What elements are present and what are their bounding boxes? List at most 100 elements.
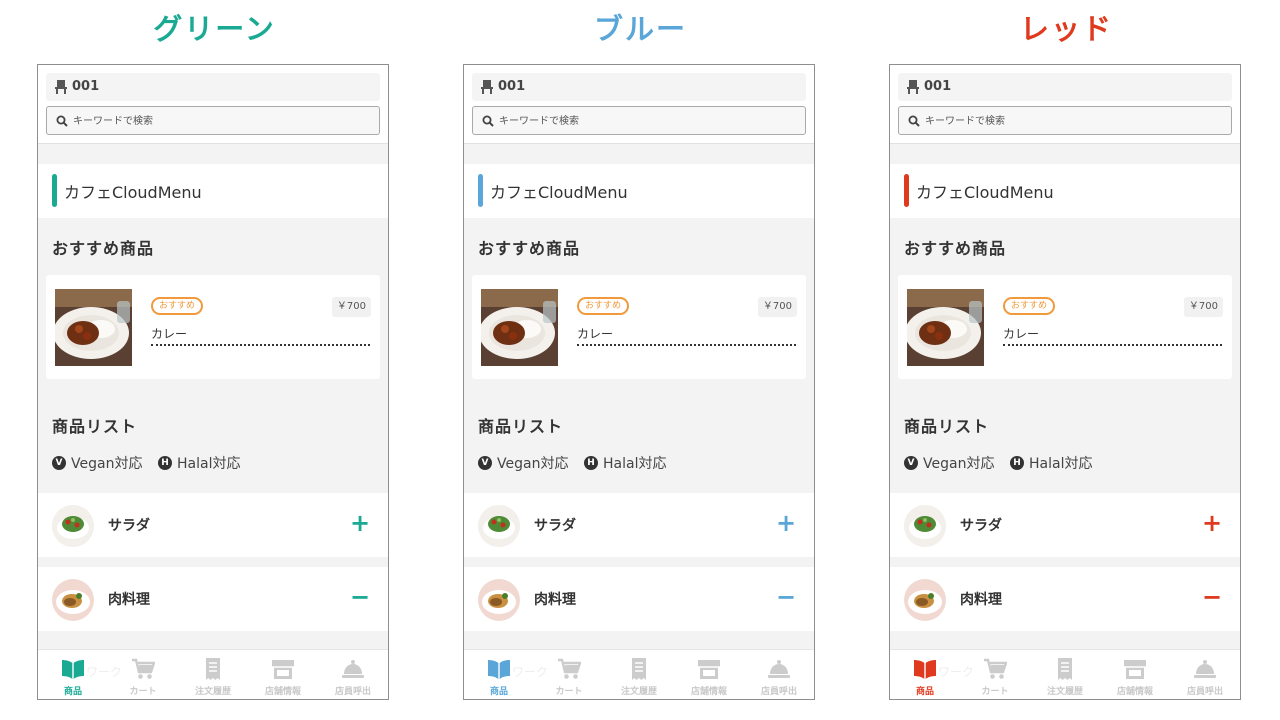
product-list-heading: 商品リスト [52, 417, 138, 436]
category-row-meat[interactable]: 肉料理 − [890, 567, 1240, 631]
meat-thumbnail [904, 579, 946, 621]
vegan-legend: V Vegan対応 [52, 453, 142, 473]
expand-plus-icon[interactable]: + [774, 511, 798, 535]
chair-icon [55, 80, 67, 94]
nav-label: 店舗情報 [264, 687, 301, 697]
expand-plus-icon[interactable]: + [1200, 511, 1224, 535]
dotted-divider [1003, 344, 1222, 346]
nav-call-staff[interactable]: 店員呼出 [1170, 650, 1240, 699]
category-label: 肉料理 [534, 592, 576, 608]
nav-order-history[interactable]: 注文履歴 [178, 650, 248, 699]
search-icon [482, 115, 494, 127]
nav-label: 注文履歴 [194, 687, 231, 697]
search-input[interactable] [925, 111, 1215, 131]
nav-cart[interactable]: カート [960, 650, 1030, 699]
table-number: 001 [498, 79, 526, 94]
halal-legend: H Halal対応 [1010, 453, 1092, 473]
collapse-minus-icon[interactable]: − [348, 585, 372, 609]
dotted-divider [151, 344, 370, 346]
nav-label: 商品 [489, 687, 508, 697]
vegan-icon: V [478, 456, 492, 470]
bottom-navigation: ワーク 商品 カート 注文履歴 店舗情報 店員呼出 [890, 649, 1240, 699]
search-input[interactable] [73, 111, 363, 131]
collapse-minus-icon[interactable]: − [774, 585, 798, 609]
store-icon [698, 660, 720, 679]
nav-cart[interactable]: カート [534, 650, 604, 699]
salad-thumbnail [478, 505, 520, 547]
vegan-legend: V Vegan対応 [478, 453, 568, 473]
nav-cart[interactable]: カート [108, 650, 178, 699]
nav-order-history[interactable]: 注文履歴 [1030, 650, 1100, 699]
store-icon [1124, 660, 1146, 679]
nav-label: カート [555, 687, 583, 697]
curry-photo [907, 289, 984, 366]
nav-store-info[interactable]: 店舗情報 [248, 650, 318, 699]
app-header: 001 [38, 65, 388, 144]
cart-icon [132, 658, 155, 679]
nav-store-info[interactable]: 店舗情報 [674, 650, 744, 699]
salad-thumbnail [904, 505, 946, 547]
accent-bar [52, 174, 57, 207]
category-label: サラダ [534, 518, 576, 534]
shop-name: カフェCloudMenu [490, 183, 628, 202]
bell-icon [1194, 660, 1216, 678]
recommended-heading: おすすめ商品 [478, 239, 581, 258]
legend-label: Halal対応 [603, 456, 667, 472]
nav-products[interactable]: 商品 [890, 650, 960, 699]
nav-products[interactable]: 商品 [464, 650, 534, 699]
search-input[interactable] [499, 111, 789, 131]
shop-header: カフェCloudMenu [890, 164, 1240, 218]
vegan-icon: V [904, 456, 918, 470]
theme-variant-red: レッド 001 カフェCloudMenu おすすめ商品 おすすめ ￥700 カレ… [889, 0, 1244, 720]
halal-legend: H Halal対応 [584, 453, 666, 473]
theme-variant-blue: ブルー 001 カフェCloudMenu おすすめ商品 おすすめ ￥700 カレ… [463, 0, 818, 720]
receipt-icon [1058, 658, 1072, 680]
recommended-item-card[interactable]: おすすめ ￥700 カレー [898, 275, 1232, 379]
legend-label: Halal対応 [1029, 456, 1093, 472]
nav-order-history[interactable]: 注文履歴 [604, 650, 674, 699]
expand-plus-icon[interactable]: + [348, 511, 372, 535]
theme-variant-green: グリーン 001 カフェCloudMenu おすすめ商品 おすすめ ￥700 カ… [37, 0, 392, 720]
price-tag: ￥700 [757, 297, 797, 317]
app-header: 001 [890, 65, 1240, 144]
product-list-heading: 商品リスト [904, 417, 990, 436]
search-field[interactable] [46, 106, 380, 135]
accent-bar [904, 174, 909, 207]
category-label: サラダ [960, 518, 1002, 534]
nav-label: カート [981, 687, 1009, 697]
category-row-salad[interactable]: サラダ + [38, 493, 388, 557]
nav-label: 注文履歴 [620, 687, 657, 697]
collapse-minus-icon[interactable]: − [1200, 585, 1224, 609]
book-icon [488, 660, 510, 679]
meat-thumbnail [478, 579, 520, 621]
category-row-meat[interactable]: 肉料理 − [38, 567, 388, 631]
recommended-heading: おすすめ商品 [904, 239, 1007, 258]
nav-products[interactable]: 商品 [38, 650, 108, 699]
store-icon [272, 660, 294, 679]
recommended-item-card[interactable]: おすすめ ￥700 カレー [46, 275, 380, 379]
app-header: 001 [464, 65, 814, 144]
nav-store-info[interactable]: 店舗情報 [1100, 650, 1170, 699]
recommended-item-card[interactable]: おすすめ ￥700 カレー [472, 275, 806, 379]
search-field[interactable] [898, 106, 1232, 135]
category-row-salad[interactable]: サラダ + [890, 493, 1240, 557]
recommend-badge: おすすめ [151, 297, 204, 315]
nav-label: カート [129, 687, 157, 697]
bell-icon [768, 660, 790, 678]
item-name: カレー [1003, 327, 1040, 341]
nav-call-staff[interactable]: 店員呼出 [744, 650, 814, 699]
category-row-salad[interactable]: サラダ + [464, 493, 814, 557]
category-row-meat[interactable]: 肉料理 − [464, 567, 814, 631]
halal-icon: H [158, 456, 172, 470]
legend-label: Halal対応 [177, 456, 241, 472]
shop-header: カフェCloudMenu [464, 164, 814, 218]
nav-label: 店員呼出 [1186, 687, 1223, 697]
bottom-navigation: ワーク 商品 カート 注文履歴 店舗情報 店員呼出 [464, 649, 814, 699]
receipt-icon [632, 658, 646, 680]
search-field[interactable] [472, 106, 806, 135]
search-icon [56, 115, 68, 127]
category-label: 肉料理 [960, 592, 1002, 608]
nav-call-staff[interactable]: 店員呼出 [318, 650, 388, 699]
halal-icon: H [1010, 456, 1024, 470]
vegan-legend: V Vegan対応 [904, 453, 994, 473]
